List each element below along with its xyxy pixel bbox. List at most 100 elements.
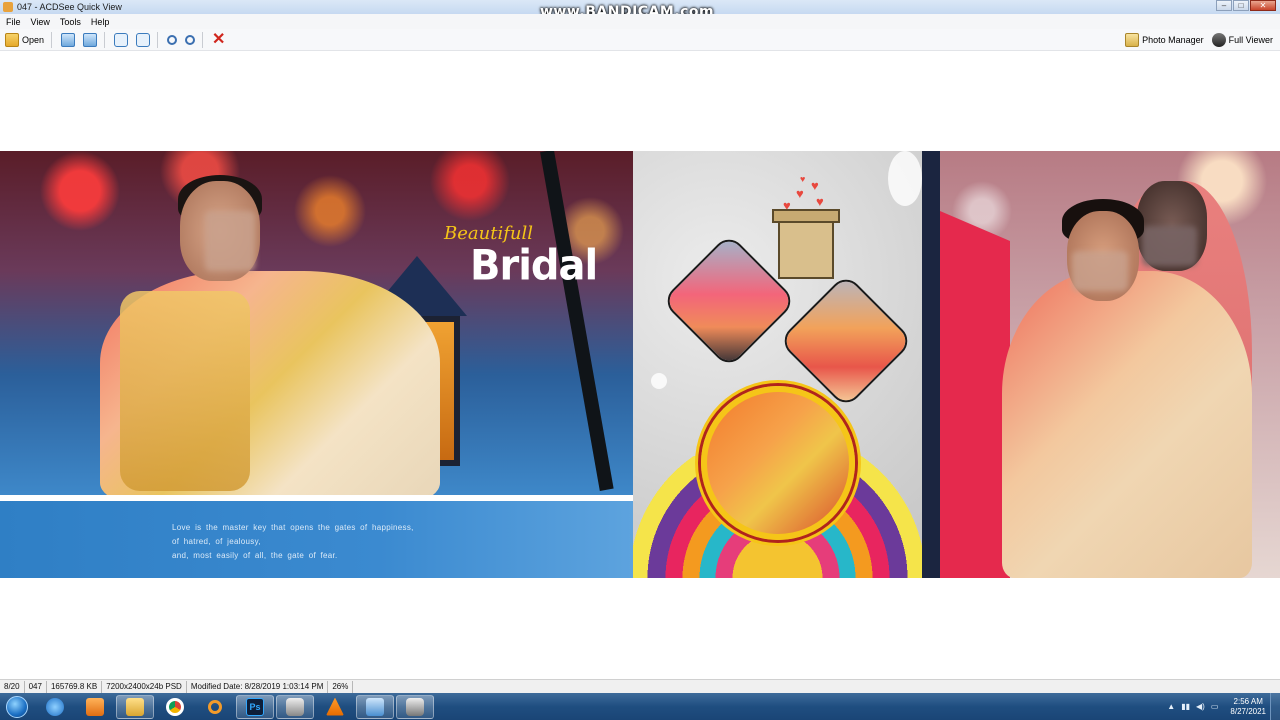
- photo-manager-icon: [1125, 33, 1140, 47]
- rotate-left-icon: [114, 32, 129, 47]
- bokeh-light: [888, 151, 922, 206]
- couple-photo-diamond: [661, 233, 797, 369]
- delete-button[interactable]: ✕: [209, 31, 228, 49]
- toolbar-separator: [51, 31, 53, 48]
- gift-box-illustration: [772, 209, 840, 279]
- start-button[interactable]: [0, 693, 34, 720]
- window-controls: – □ ✕: [1215, 0, 1276, 11]
- full-viewer-icon: [1211, 33, 1226, 47]
- maximize-button[interactable]: □: [1233, 0, 1249, 11]
- right-photo-panel: [922, 151, 1280, 578]
- open-button[interactable]: Open: [2, 31, 47, 49]
- system-tray: ▲ ▮▮ ◀) ▭ 2:56 AM 8/27/2021: [1167, 693, 1266, 720]
- status-file-name: 047: [25, 680, 47, 693]
- menu-help[interactable]: Help: [91, 17, 110, 27]
- clock-date: 8/27/2021: [1230, 706, 1266, 716]
- taskbar-media-player[interactable]: [76, 695, 114, 719]
- photo-manager-label: Photo Manager: [1142, 35, 1204, 45]
- minimize-button[interactable]: –: [1216, 0, 1232, 11]
- blurred-face: [1072, 251, 1128, 291]
- open-label: Open: [22, 34, 45, 45]
- album-main-title: Bridal: [470, 241, 598, 291]
- menu-bar: File View Tools Help: [0, 14, 1280, 29]
- acdsee-app-icon: [3, 2, 13, 12]
- blurred-face: [205, 211, 255, 271]
- heart-icon: ♥: [816, 194, 824, 209]
- delete-icon: ✕: [212, 30, 226, 48]
- system-clock[interactable]: 2:56 AM 8/27/2021: [1230, 697, 1266, 717]
- chrome-icon: [166, 697, 184, 716]
- status-file-size: 165769.8 KB: [47, 680, 103, 693]
- previous-icon: [61, 32, 76, 47]
- search-icon: [208, 699, 222, 714]
- window-title: 047 - ACDSee Quick View: [17, 2, 122, 12]
- clock-time: 2:56 AM: [1233, 696, 1263, 706]
- bride-dupatta: [120, 291, 250, 491]
- open-icon: [5, 32, 19, 47]
- heart-icon: ♥: [811, 178, 819, 193]
- taskbar-acdsee-quick-view[interactable]: [396, 694, 434, 719]
- image-viewer-icon: [366, 697, 384, 716]
- taskbar-internet-explorer[interactable]: [36, 695, 74, 719]
- full-viewer-button[interactable]: Full Viewer: [1209, 31, 1276, 49]
- taskbar-photoshop[interactable]: Ps: [236, 694, 274, 719]
- toolbar: Open ✕ Photo Manager Full Viewer: [0, 29, 1280, 51]
- lantern-pole: [540, 151, 614, 491]
- file-explorer-icon: [126, 697, 144, 716]
- status-image-index: 8/20: [0, 680, 25, 693]
- photo-manager-button[interactable]: Photo Manager: [1122, 31, 1207, 49]
- media-player-icon: [86, 697, 104, 716]
- show-desktop-button[interactable]: [1270, 693, 1280, 720]
- menu-file[interactable]: File: [6, 17, 21, 27]
- toolbar-separator: [157, 31, 159, 48]
- heart-icon: ♥: [796, 186, 804, 201]
- internet-explorer-icon: [46, 697, 64, 716]
- taskbar-acdsee[interactable]: [276, 694, 314, 719]
- taskbar-search[interactable]: [196, 695, 234, 719]
- rotate-left-button[interactable]: [111, 31, 131, 49]
- network-icon[interactable]: ▮▮: [1181, 702, 1190, 711]
- zoom-out-button[interactable]: [182, 31, 198, 49]
- close-button[interactable]: ✕: [1250, 0, 1276, 11]
- status-modified-date: Modified Date: 8/28/2019 1:03:14 PM: [187, 680, 329, 693]
- couple-hands-circle-photo: [701, 386, 855, 540]
- acdsee-icon: [286, 697, 304, 716]
- image-viewer[interactable]: Beautifull Bridal Love is the master key…: [0, 51, 1280, 678]
- windows-logo-icon: [6, 695, 28, 718]
- middle-collage-panel: ♥ ♥ ♥ ♥ ♥ ♥: [633, 151, 922, 578]
- windows-taskbar: Ps ▲ ▮▮ ◀) ▭ 2:56 AM 8/27/2021: [0, 693, 1280, 720]
- gift-box-flap: [772, 209, 840, 223]
- bride-figure-right: [1002, 271, 1252, 578]
- quote-line: of hatred, of jealousy,: [172, 537, 261, 546]
- quote-line: Love is the master key that opens the ga…: [172, 523, 414, 532]
- taskbar-vlc[interactable]: [316, 695, 354, 719]
- previous-image-button[interactable]: [58, 31, 78, 49]
- menu-view[interactable]: View: [31, 17, 50, 27]
- next-image-button[interactable]: [80, 31, 100, 49]
- toolbar-separator: [104, 31, 106, 48]
- zoom-in-button[interactable]: [164, 31, 180, 49]
- taskbar-file-explorer[interactable]: [116, 694, 154, 719]
- album-image: Beautifull Bridal Love is the master key…: [0, 151, 1280, 578]
- rotate-right-button[interactable]: [133, 31, 153, 49]
- status-zoom-level: 26%: [328, 680, 354, 693]
- menu-tools[interactable]: Tools: [60, 17, 81, 27]
- zoom-in-icon: [167, 34, 178, 45]
- status-dimensions: 7200x2400x24b PSD: [102, 680, 187, 693]
- heart-icon: ♥: [800, 174, 806, 184]
- acdsee-icon: [406, 697, 424, 716]
- vlc-icon: [326, 697, 344, 716]
- taskbar-chrome[interactable]: [156, 695, 194, 719]
- bride-figure: [60, 171, 490, 495]
- status-bar: 8/20 047 165769.8 KB 7200x2400x24b PSD M…: [0, 679, 1280, 693]
- next-icon: [83, 32, 98, 47]
- power-icon[interactable]: ▭: [1211, 702, 1219, 711]
- left-photo-panel: Beautifull Bridal: [0, 151, 633, 495]
- photoshop-icon: Ps: [246, 697, 264, 716]
- rotate-right-icon: [136, 32, 151, 47]
- volume-icon[interactable]: ◀): [1196, 702, 1205, 711]
- quote-band: Love is the master key that opens the ga…: [0, 495, 633, 578]
- red-accent-shape: [940, 211, 1010, 578]
- tray-arrow-icon[interactable]: ▲: [1167, 702, 1175, 711]
- taskbar-image-viewer[interactable]: [356, 694, 394, 719]
